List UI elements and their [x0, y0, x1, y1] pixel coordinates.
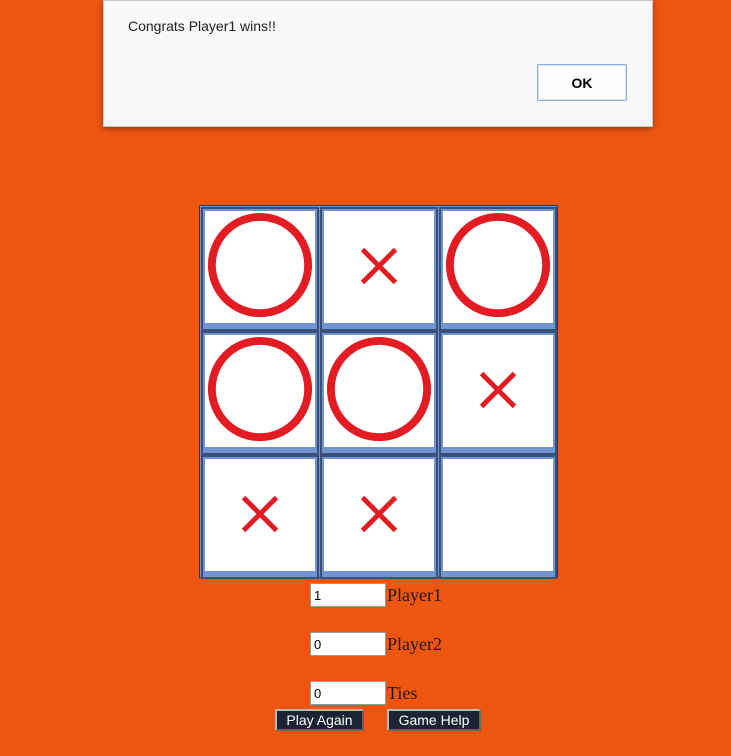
board-cell-1-3[interactable]	[439, 207, 557, 331]
ties-label: Ties	[387, 683, 418, 703]
alert-dialog: Congrats Player1 wins!! OK	[103, 0, 653, 127]
cell-face	[205, 459, 315, 571]
x-mark-icon	[360, 247, 398, 285]
o-mark-icon	[326, 336, 432, 442]
cell-face	[324, 211, 434, 323]
play-again-button[interactable]: Play Again	[275, 709, 364, 731]
player2-label: Player2	[387, 634, 442, 654]
board-cell-1-2[interactable]	[320, 207, 438, 331]
ok-button[interactable]: OK	[537, 64, 627, 101]
o-mark-icon	[207, 336, 313, 442]
cell-face	[443, 335, 553, 447]
cell-face	[205, 335, 315, 447]
cell-face	[443, 459, 553, 571]
board-cell-3-3[interactable]	[439, 455, 557, 579]
cell-face	[324, 459, 434, 571]
player2-score-input[interactable]	[310, 632, 386, 656]
board-cell-3-2[interactable]	[320, 455, 438, 579]
board-cell-2-2[interactable]	[320, 331, 438, 455]
ties-score-input[interactable]	[310, 681, 386, 705]
cell-face	[443, 211, 553, 323]
x-mark-icon	[479, 371, 517, 409]
cell-face	[205, 211, 315, 323]
player1-score-input[interactable]	[310, 583, 386, 607]
board-cell-2-3[interactable]	[439, 331, 557, 455]
board-cell-1-1[interactable]	[201, 207, 319, 331]
alert-message: Congrats Player1 wins!!	[128, 18, 276, 34]
game-board	[199, 205, 558, 579]
player1-label: Player1	[387, 585, 442, 605]
board-cell-2-1[interactable]	[201, 331, 319, 455]
cell-face	[324, 335, 434, 447]
board-cell-3-1[interactable]	[201, 455, 319, 579]
game-help-button[interactable]: Game Help	[387, 709, 481, 731]
o-mark-icon	[207, 212, 313, 318]
x-mark-icon	[360, 495, 398, 533]
x-mark-icon	[241, 495, 279, 533]
o-mark-icon	[445, 212, 551, 318]
